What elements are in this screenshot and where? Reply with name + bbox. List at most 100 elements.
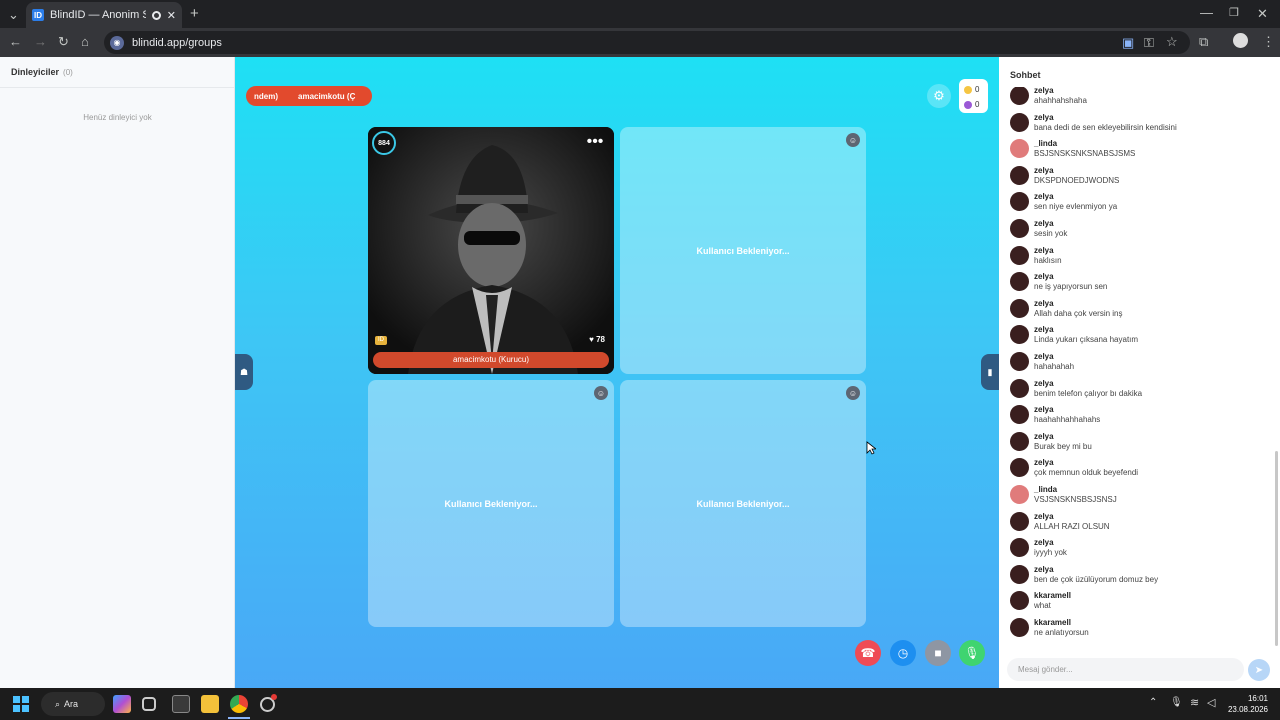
avatar[interactable] bbox=[1010, 219, 1029, 238]
back-icon[interactable]: ← bbox=[9, 34, 22, 49]
message-username[interactable]: _linda bbox=[1034, 139, 1135, 149]
message-text: hahahahah bbox=[1034, 362, 1075, 371]
avatar[interactable] bbox=[1010, 87, 1029, 105]
forward-icon[interactable]: → bbox=[34, 34, 47, 49]
timer-button[interactable]: ◷ bbox=[890, 640, 916, 666]
bookmark-star-icon[interactable]: ☆ bbox=[1166, 34, 1178, 50]
camera-toggle-button[interactable]: ■ bbox=[925, 640, 951, 666]
avatar[interactable] bbox=[1010, 564, 1029, 584]
home-icon[interactable]: ⌂ bbox=[81, 34, 89, 49]
reload-icon[interactable]: ↻ bbox=[58, 34, 69, 50]
volume-icon[interactable]: ◁ bbox=[1207, 696, 1215, 709]
chat-message-list[interactable]: zelya ahahhahshaha zelya bana dedi de sen e… bbox=[999, 87, 1275, 647]
message-username[interactable]: zelya bbox=[1034, 405, 1100, 415]
cast-icon[interactable]: ▣ bbox=[1122, 35, 1134, 51]
url-text: blindid.app/groups bbox=[132, 36, 222, 49]
avatar[interactable] bbox=[1010, 112, 1029, 132]
avatar[interactable] bbox=[1010, 245, 1029, 265]
profile-avatar[interactable] bbox=[1233, 33, 1248, 48]
message-username[interactable]: zelya bbox=[1034, 379, 1142, 389]
message-username[interactable]: zelya bbox=[1034, 432, 1092, 442]
message-username[interactable]: zelya bbox=[1034, 538, 1067, 548]
message-username[interactable]: zelya bbox=[1034, 458, 1138, 468]
taskbar-search[interactable]: ⌕ Ara bbox=[41, 692, 105, 716]
browser-tab[interactable]: ID BlindID — Anonim Sesli Sohbet ✕ bbox=[26, 2, 182, 28]
chat-message-input[interactable]: Mesaj gönder... bbox=[1007, 658, 1244, 681]
avatar[interactable] bbox=[1010, 378, 1029, 398]
seat-more-options-icon[interactable]: ••• bbox=[584, 134, 606, 153]
message-username[interactable]: kkaramell bbox=[1034, 591, 1071, 601]
chat-scrollbar[interactable] bbox=[1275, 451, 1278, 646]
new-tab-button[interactable]: + bbox=[190, 5, 199, 22]
message-username[interactable]: zelya bbox=[1034, 512, 1110, 522]
tray-microphone-icon[interactable]: 🎙 bbox=[1170, 697, 1183, 708]
browser-toolbar: ← → ↻ ⌂ ◉ blindid.app/groups ▣ ⚿ ☆ ⧉ ⋮ bbox=[0, 28, 1280, 57]
windows-start-icon[interactable] bbox=[13, 696, 29, 712]
empty-seat-4[interactable]: ☺ Kullanıcı Bekleniyor... bbox=[620, 380, 866, 627]
avatar[interactable] bbox=[1010, 325, 1029, 345]
message-username[interactable]: _linda bbox=[1034, 485, 1117, 495]
chrome-icon[interactable] bbox=[230, 695, 248, 713]
message-username[interactable]: zelya bbox=[1034, 87, 1087, 96]
close-tab-icon[interactable]: ✕ bbox=[167, 9, 176, 22]
settings-gear-button[interactable]: ⚙ bbox=[927, 84, 951, 108]
microphone-button[interactable]: 🎙 bbox=[959, 640, 985, 666]
leave-call-button[interactable]: ☎ bbox=[855, 640, 881, 666]
widgets-icon[interactable] bbox=[113, 695, 131, 713]
avatar[interactable] bbox=[1010, 485, 1029, 504]
tray-chevron-icon[interactable]: ⌃ bbox=[1149, 697, 1157, 708]
message-username[interactable]: zelya bbox=[1034, 219, 1067, 229]
avatar[interactable] bbox=[1010, 405, 1029, 425]
empty-seat-2[interactable]: ☺ Kullanıcı Bekleniyor... bbox=[620, 127, 866, 374]
avatar[interactable] bbox=[1010, 591, 1029, 611]
avatar[interactable] bbox=[1010, 511, 1029, 531]
close-window-icon[interactable]: ✕ bbox=[1257, 6, 1268, 22]
avatar[interactable] bbox=[1010, 192, 1029, 212]
avatar[interactable] bbox=[1010, 538, 1029, 558]
chat-toggle-tab[interactable]: ▮ bbox=[981, 354, 999, 390]
site-info-icon[interactable]: ◉ bbox=[110, 35, 124, 50]
empty-seat-3[interactable]: ☺ Kullanıcı Bekleniyor... bbox=[368, 380, 614, 627]
password-key-icon[interactable]: ⚿ bbox=[1144, 35, 1154, 51]
avatar[interactable] bbox=[1010, 298, 1029, 318]
avatar[interactable] bbox=[1010, 618, 1029, 637]
avatar[interactable] bbox=[1010, 352, 1029, 371]
invite-user-icon[interactable]: ☺ bbox=[846, 386, 860, 400]
invite-user-icon[interactable]: ☺ bbox=[594, 386, 608, 400]
send-message-button[interactable]: ➤ bbox=[1248, 659, 1270, 681]
extensions-icon[interactable]: ⧉ bbox=[1199, 34, 1208, 50]
tab-search-icon[interactable]: ⌄ bbox=[8, 7, 19, 23]
avatar[interactable] bbox=[1010, 139, 1029, 159]
message-username[interactable]: zelya bbox=[1034, 325, 1138, 335]
kebab-menu-icon[interactable]: ⋮ bbox=[1262, 34, 1275, 50]
system-clock[interactable]: 16:01 23.08.2026 bbox=[1228, 693, 1268, 715]
host-seat-card[interactable]: 884 ••• ID ♥ 78 amacimkotu (Kurucu) bbox=[368, 127, 614, 374]
task-view-icon[interactable] bbox=[142, 697, 156, 711]
message-text: VSJSNSKNSBSJSNSJ bbox=[1034, 495, 1117, 504]
message-username[interactable]: zelya bbox=[1034, 352, 1074, 362]
minimize-icon[interactable]: — bbox=[1200, 5, 1213, 20]
address-bar[interactable]: ◉ blindid.app/groups bbox=[104, 31, 1190, 54]
message-username[interactable]: zelya bbox=[1034, 565, 1158, 575]
invite-user-icon[interactable]: ☺ bbox=[846, 133, 860, 147]
message-text: sen niye evlenmiyon ya bbox=[1034, 202, 1118, 212]
message-username[interactable]: zelya bbox=[1034, 246, 1062, 256]
wifi-icon[interactable]: ≋ bbox=[1190, 696, 1199, 709]
message-username[interactable]: zelya bbox=[1034, 299, 1123, 309]
likes-count: 78 bbox=[596, 335, 605, 344]
avatar[interactable] bbox=[1010, 458, 1029, 478]
message-username[interactable]: zelya bbox=[1034, 272, 1107, 282]
avatar[interactable] bbox=[1010, 431, 1029, 451]
avatar[interactable] bbox=[1010, 165, 1029, 185]
listeners-toggle-tab[interactable]: ☗ bbox=[235, 354, 253, 390]
message-username[interactable]: zelya bbox=[1034, 113, 1177, 123]
likes-counter[interactable]: ♥ 78 bbox=[589, 335, 605, 344]
currency-box[interactable]: 0 0 bbox=[959, 79, 988, 113]
store-icon[interactable] bbox=[172, 695, 190, 713]
message-username[interactable]: zelya bbox=[1034, 166, 1119, 176]
message-username[interactable]: kkaramell bbox=[1034, 618, 1089, 628]
message-username[interactable]: zelya bbox=[1034, 192, 1117, 202]
avatar[interactable] bbox=[1010, 272, 1029, 292]
file-explorer-icon[interactable] bbox=[201, 695, 219, 713]
restore-icon[interactable]: ❐ bbox=[1229, 6, 1239, 19]
